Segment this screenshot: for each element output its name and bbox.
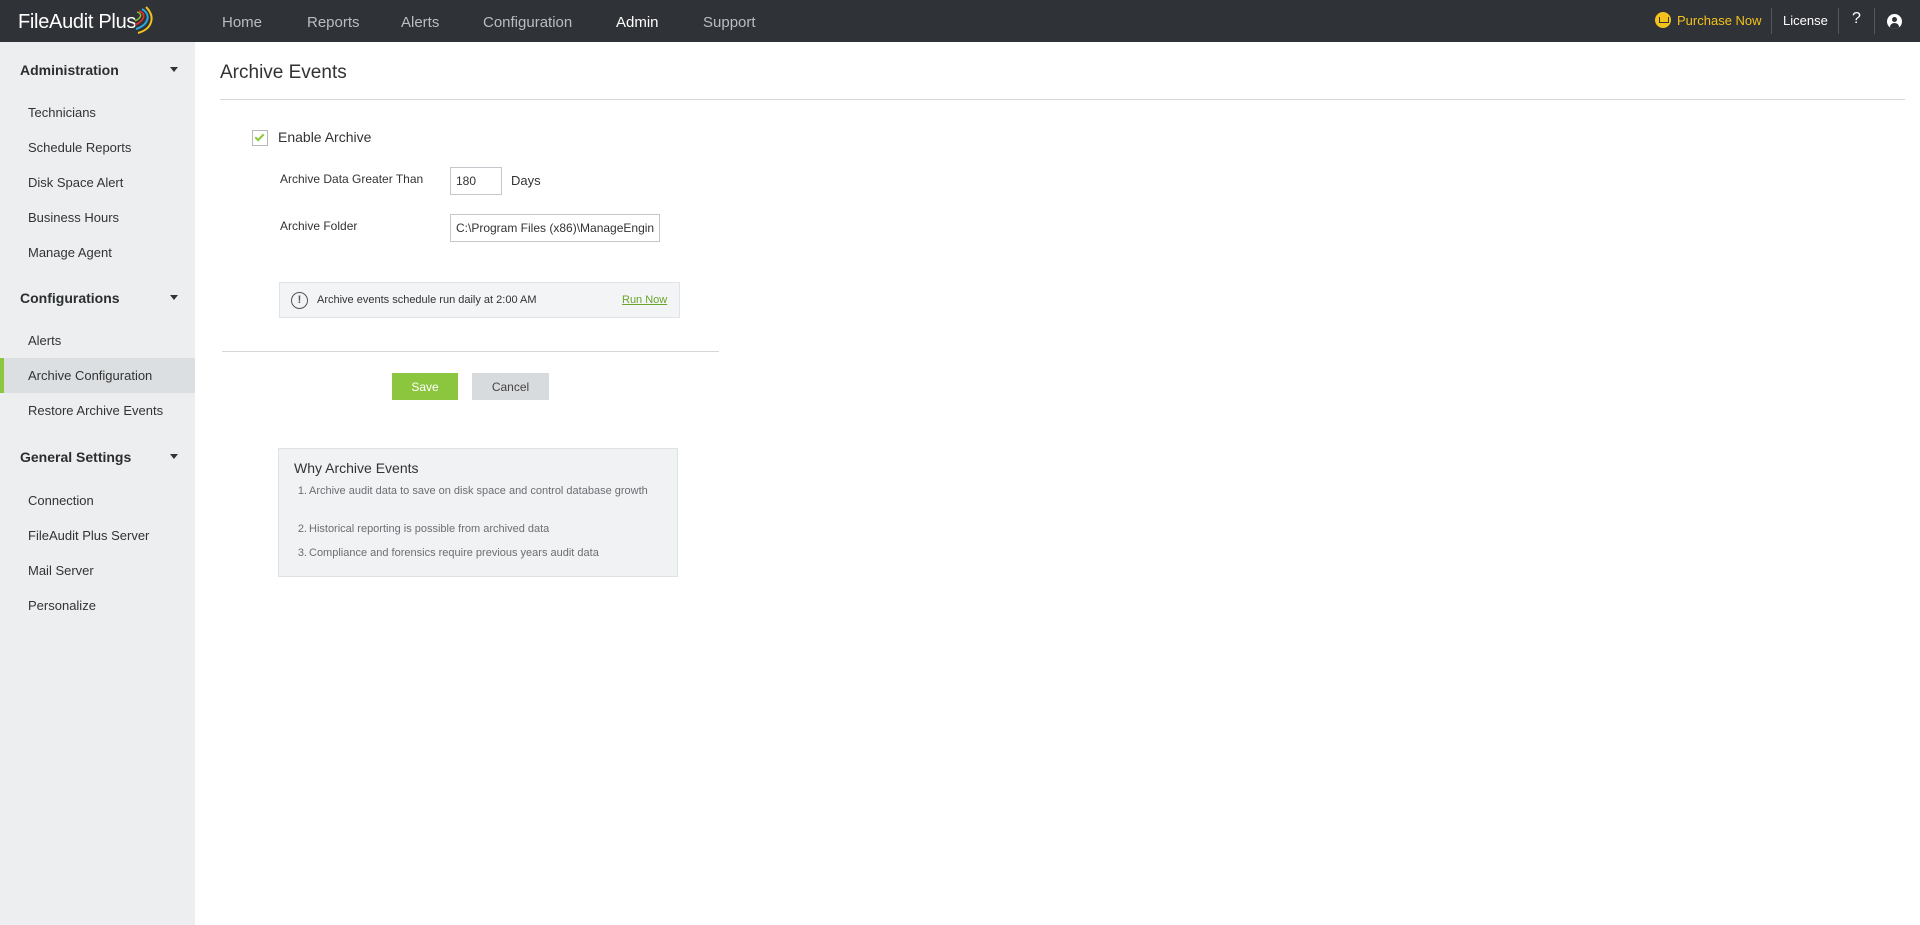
- list-item: 1. Archive audit data to save on disk sp…: [298, 485, 649, 498]
- sidebar-section-general-settings[interactable]: General Settings: [20, 449, 131, 465]
- logo-text-suffix: Plus: [98, 11, 137, 33]
- nav-support[interactable]: Support: [703, 14, 756, 31]
- divider: [1771, 8, 1772, 34]
- divider: [1874, 8, 1875, 34]
- user-profile-icon[interactable]: [1887, 14, 1902, 29]
- why-archive-panel: Why Archive Events 1. Archive audit data…: [278, 448, 678, 577]
- help-icon[interactable]: ?: [1852, 10, 1861, 28]
- list-item: 2. Historical reporting is possible from…: [298, 523, 649, 536]
- schedule-info-text: Archive events schedule run daily at 2:0…: [317, 294, 537, 306]
- why-archive-title: Why Archive Events: [294, 460, 419, 476]
- divider: [1838, 8, 1839, 34]
- list-item-text: Archive audit data to save on disk space…: [309, 485, 648, 497]
- caret-down-icon[interactable]: [170, 67, 178, 72]
- divider: [222, 351, 719, 352]
- run-now-link[interactable]: Run Now: [622, 294, 667, 306]
- list-item-text: Historical reporting is possible from ar…: [309, 523, 550, 535]
- archive-folder-label: Archive Folder: [280, 219, 358, 233]
- nav-home[interactable]: Home: [222, 14, 262, 31]
- license-link[interactable]: License: [1783, 13, 1828, 28]
- sidebar-item-manage-agent[interactable]: Manage Agent: [0, 235, 195, 270]
- sidebar-item-fileaudit-plus-server[interactable]: FileAudit Plus Server: [0, 518, 195, 553]
- save-button[interactable]: Save: [392, 373, 458, 400]
- sidebar-item-schedule-reports[interactable]: Schedule Reports: [0, 130, 195, 165]
- logo-text: FileAudit: [18, 11, 94, 33]
- list-item-number: 2.: [297, 523, 307, 535]
- list-item-number: 1.: [297, 485, 307, 497]
- nav-admin[interactable]: Admin: [616, 14, 659, 31]
- archive-greater-than-label: Archive Data Greater Than: [280, 172, 424, 186]
- sidebar-item-disk-space-alert[interactable]: Disk Space Alert: [0, 165, 195, 200]
- list-item-text: Compliance and forensics require previou…: [309, 547, 599, 559]
- days-unit-label: Days: [511, 173, 541, 188]
- archive-days-input[interactable]: [450, 167, 502, 195]
- caret-down-icon[interactable]: [170, 454, 178, 459]
- purchase-now-link[interactable]: Purchase Now: [1655, 12, 1762, 28]
- sidebar-item-technicians[interactable]: Technicians: [0, 95, 195, 130]
- checkmark-icon: [254, 131, 265, 142]
- sidebar-section-configurations[interactable]: Configurations: [20, 290, 120, 306]
- archive-folder-input[interactable]: [450, 214, 660, 242]
- sidebar: Administration Technicians Schedule Repo…: [0, 42, 195, 925]
- caret-down-icon[interactable]: [170, 295, 178, 300]
- sidebar-item-personalize[interactable]: Personalize: [0, 588, 195, 623]
- sidebar-item-restore-archive-events[interactable]: Restore Archive Events: [0, 393, 195, 428]
- enable-archive-label: Enable Archive: [278, 129, 372, 145]
- sidebar-item-business-hours[interactable]: Business Hours: [0, 200, 195, 235]
- nav-alerts[interactable]: Alerts: [401, 14, 439, 31]
- cancel-button[interactable]: Cancel: [472, 373, 549, 400]
- sidebar-section-administration[interactable]: Administration: [20, 62, 119, 78]
- nav-reports[interactable]: Reports: [307, 14, 360, 31]
- sidebar-item-archive-configuration[interactable]: Archive Configuration: [0, 358, 195, 393]
- enable-archive-checkbox[interactable]: [252, 130, 268, 146]
- purchase-now-label: Purchase Now: [1677, 12, 1762, 28]
- nav-configuration[interactable]: Configuration: [483, 14, 572, 31]
- top-nav-bar: FileAudit Plus Home Reports Alerts Confi…: [0, 0, 1920, 42]
- sidebar-item-mail-server[interactable]: Mail Server: [0, 553, 195, 588]
- divider: [220, 99, 1905, 100]
- logo-swoosh-icon: [134, 6, 153, 34]
- cart-icon: [1655, 12, 1671, 28]
- sidebar-item-connection[interactable]: Connection: [0, 483, 195, 518]
- sidebar-item-alerts[interactable]: Alerts: [0, 323, 195, 358]
- exclamation-icon: !: [291, 292, 308, 309]
- list-item-number: 3.: [297, 547, 307, 559]
- list-item: 3. Compliance and forensics require prev…: [298, 547, 649, 560]
- app-logo[interactable]: FileAudit Plus: [18, 11, 136, 34]
- schedule-info-box: ! Archive events schedule run daily at 2…: [279, 282, 680, 318]
- page-title: Archive Events: [220, 62, 347, 83]
